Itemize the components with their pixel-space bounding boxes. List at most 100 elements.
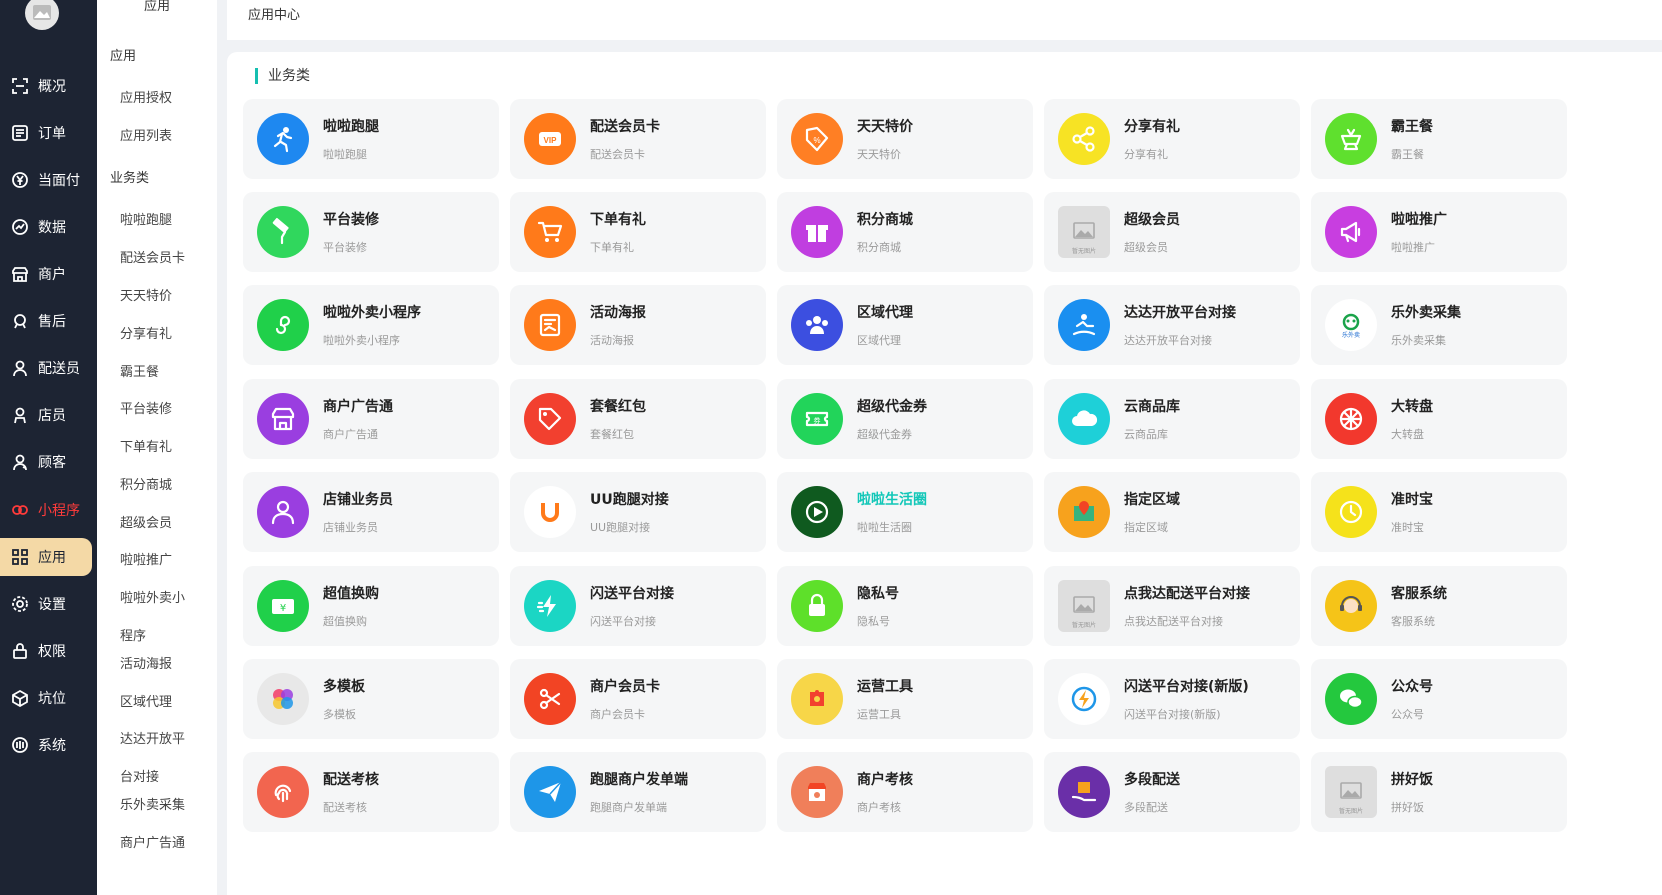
submenu-item[interactable]: 达达开放平 bbox=[120, 728, 185, 747]
app-card[interactable]: VIP 配送会员卡 配送会员卡 bbox=[510, 99, 766, 179]
nav-item-overview[interactable]: 概况 bbox=[0, 67, 97, 105]
app-card-desc: 云商品库 bbox=[1124, 428, 1168, 441]
app-card[interactable]: 区域代理 区域代理 bbox=[777, 285, 1033, 365]
clerk-icon bbox=[10, 405, 30, 425]
app-card[interactable]: ¥ 超值换购 超值换购 bbox=[243, 566, 499, 646]
app-card-desc: 区域代理 bbox=[857, 334, 901, 347]
nav-item-lock[interactable]: 权限 bbox=[0, 632, 97, 670]
app-card[interactable]: 运营工具 运营工具 bbox=[777, 659, 1033, 739]
nav-item-yuan[interactable]: 当面付 bbox=[0, 161, 97, 199]
app-card-name: 霸王餐 bbox=[1391, 119, 1433, 135]
app-card[interactable]: 闪送平台对接(新版) 闪送平台对接(新版) bbox=[1044, 659, 1300, 739]
app-card[interactable]: 隐私号 隐私号 bbox=[777, 566, 1033, 646]
app-card[interactable]: 啦啦推广 啦啦推广 bbox=[1311, 192, 1567, 272]
app-card[interactable]: 跑腿商户发单端 跑腿商户发单端 bbox=[510, 752, 766, 832]
app-card-desc: 积分商城 bbox=[857, 241, 901, 254]
app-card[interactable]: 啦啦外卖小程序 啦啦外卖小程序 bbox=[243, 285, 499, 365]
map-pin-icon bbox=[1058, 486, 1110, 538]
submenu-item[interactable]: 区域代理 bbox=[120, 691, 172, 710]
app-card[interactable]: 商户考核 商户考核 bbox=[777, 752, 1033, 832]
submenu-item[interactable]: 台对接 bbox=[120, 766, 159, 785]
page-title: 应用中心 bbox=[248, 8, 301, 23]
app-card[interactable]: 暂无图片 点我达配送平台对接 点我达配送平台对接 bbox=[1044, 566, 1300, 646]
app-card[interactable]: 准时宝 准时宝 bbox=[1311, 472, 1567, 552]
nav-item-service[interactable]: 售后 bbox=[0, 302, 97, 340]
submenu-item[interactable]: 平台装修 bbox=[120, 398, 172, 417]
avatar[interactable] bbox=[25, 0, 59, 30]
submenu-item[interactable]: 商户广告通 bbox=[120, 832, 185, 851]
nav-item-order[interactable]: 订单 bbox=[0, 114, 97, 152]
app-card[interactable]: 啦啦生活圈 啦啦生活圈 bbox=[777, 472, 1033, 552]
app-card[interactable]: 大转盘 大转盘 bbox=[1311, 379, 1567, 459]
app-card[interactable]: 下单有礼 下单有礼 bbox=[510, 192, 766, 272]
app-card[interactable]: 套餐红包 套餐红包 bbox=[510, 379, 766, 459]
shop-front-icon bbox=[257, 393, 309, 445]
nav-item-mini-program[interactable]: 小程序 bbox=[0, 491, 97, 529]
app-card-name: 闪送平台对接 bbox=[590, 586, 674, 602]
app-card-name: 啦啦生活圈 bbox=[857, 492, 927, 508]
nav-item-system[interactable]: 系统 bbox=[0, 726, 97, 764]
submenu-item[interactable]: 配送会员卡 bbox=[120, 247, 185, 266]
submenu-item[interactable]: 应用授权 bbox=[120, 87, 172, 106]
nav-item-customer[interactable]: 顾客 bbox=[0, 443, 97, 481]
submenu-item[interactable]: 啦啦推广 bbox=[120, 549, 172, 568]
app-card-desc: 商户考核 bbox=[857, 801, 901, 814]
app-card-name: 云商品库 bbox=[1124, 399, 1180, 415]
nav-item-box[interactable]: 坑位 bbox=[0, 679, 97, 717]
paper-plane-icon bbox=[524, 766, 576, 818]
nav-item-label: 系统 bbox=[38, 738, 66, 754]
submenu-item[interactable]: 乐外卖采集 bbox=[120, 794, 185, 813]
placeholder-caption: 暂无图片 bbox=[1071, 248, 1096, 255]
app-card[interactable]: 云商品库 云商品库 bbox=[1044, 379, 1300, 459]
app-card[interactable]: 多段配送 多段配送 bbox=[1044, 752, 1300, 832]
submenu-item[interactable]: 活动海报 bbox=[120, 653, 172, 672]
app-card-name: 跑腿商户发单端 bbox=[590, 772, 688, 788]
submenu-item[interactable]: 霸王餐 bbox=[120, 361, 159, 380]
app-card[interactable]: 公众号 公众号 bbox=[1311, 659, 1567, 739]
nav-item-chart[interactable]: 数据 bbox=[0, 208, 97, 246]
submenu-item[interactable]: 分享有礼 bbox=[120, 323, 172, 342]
submenu-item[interactable]: 天天特价 bbox=[120, 285, 172, 304]
nav-item-label: 售后 bbox=[38, 314, 66, 330]
nav-item-gear[interactable]: 设置 bbox=[0, 585, 97, 623]
app-card[interactable]: 券超级代金券 超级代金券 bbox=[777, 379, 1033, 459]
submenu-item[interactable]: 积分商城 bbox=[120, 474, 172, 493]
app-card[interactable]: 客服系统 客服系统 bbox=[1311, 566, 1567, 646]
submenu-item[interactable]: 程序 bbox=[120, 625, 146, 644]
app-center-panel: 业务类 啦啦跑腿 啦啦跑腿 VIP 配送会员卡 配送会员卡% 天天特价 天天特价 分享有礼 分享… bbox=[227, 52, 1662, 895]
app-card-name: 活动海报 bbox=[590, 305, 646, 321]
nav-item-apps[interactable]: 应用 bbox=[0, 538, 92, 576]
app-card[interactable]: 闪送平台对接 闪送平台对接 bbox=[510, 566, 766, 646]
app-card[interactable]: 商户会员卡 商户会员卡 bbox=[510, 659, 766, 739]
nav-item-store[interactable]: 商户 bbox=[0, 255, 97, 293]
submenu-item[interactable]: 啦啦外卖小 bbox=[120, 587, 185, 606]
app-card[interactable]: UU跑腿对接 UU跑腿对接 bbox=[510, 472, 766, 552]
app-card[interactable]: 商户广告通 商户广告通 bbox=[243, 379, 499, 459]
section-title: 业务类 bbox=[255, 68, 310, 84]
app-card[interactable]: 分享有礼 分享有礼 bbox=[1044, 99, 1300, 179]
app-card[interactable]: 积分商城 积分商城 bbox=[777, 192, 1033, 272]
submenu-item[interactable]: 啦啦跑腿 bbox=[120, 209, 172, 228]
app-card[interactable]: 霸王餐 霸王餐 bbox=[1311, 99, 1567, 179]
app-card[interactable]: 啦啦跑腿 啦啦跑腿 bbox=[243, 99, 499, 179]
app-card[interactable]: 平台装修 平台装修 bbox=[243, 192, 499, 272]
app-card[interactable]: 多模板 多模板 bbox=[243, 659, 499, 739]
app-card[interactable]: 乐外卖 乐外卖采集 乐外卖采集 bbox=[1311, 285, 1567, 365]
nav-item-clerk[interactable]: 店员 bbox=[0, 396, 97, 434]
app-card[interactable]: 暂无图片 超级会员 超级会员 bbox=[1044, 192, 1300, 272]
nav-item-courier[interactable]: 配送员 bbox=[0, 349, 97, 387]
app-card-desc: 指定区域 bbox=[1124, 521, 1168, 534]
submenu-item[interactable]: 应用列表 bbox=[120, 125, 172, 144]
app-card-name: 闪送平台对接(新版) bbox=[1124, 679, 1249, 695]
submenu-item[interactable]: 下单有礼 bbox=[120, 436, 172, 455]
app-card[interactable]: 店铺业务员 店铺业务员 bbox=[243, 472, 499, 552]
app-card-name: 客服系统 bbox=[1391, 586, 1447, 602]
app-card[interactable]: % 天天特价 天天特价 bbox=[777, 99, 1033, 179]
submenu-item[interactable]: 超级会员 bbox=[120, 512, 172, 531]
app-card[interactable]: 配送考核 配送考核 bbox=[243, 752, 499, 832]
app-card[interactable]: 暂无图片 拼好饭 拼好饭 bbox=[1311, 752, 1567, 832]
app-card[interactable]: 指定区域 指定区域 bbox=[1044, 472, 1300, 552]
app-card[interactable]: 活动海报 活动海报 bbox=[510, 285, 766, 365]
placeholder-image-icon: 暂无图片 bbox=[1058, 580, 1110, 632]
app-card[interactable]: 达达开放平台对接 达达开放平台对接 bbox=[1044, 285, 1300, 365]
